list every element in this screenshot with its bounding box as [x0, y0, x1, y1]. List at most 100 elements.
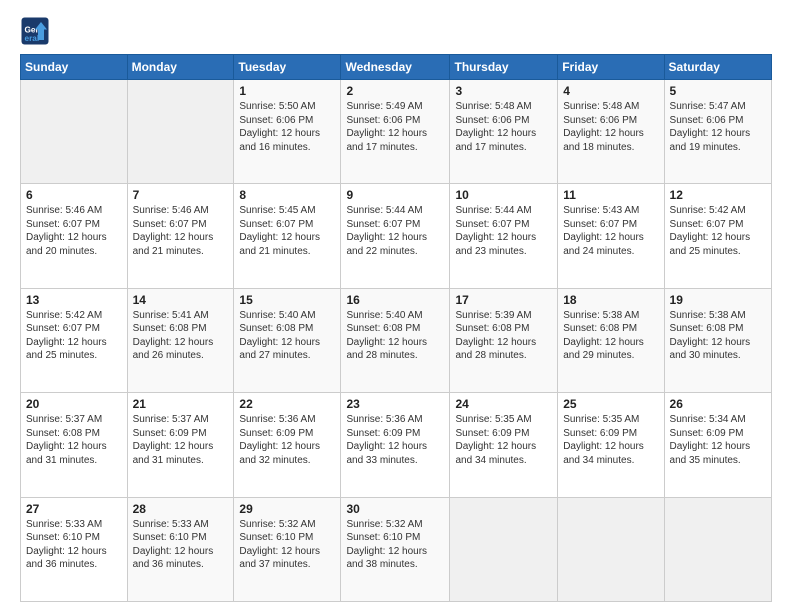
calendar-cell: 8Sunrise: 5:45 AM Sunset: 6:07 PM Daylig…: [234, 184, 341, 288]
calendar-week-2: 6 Sunrise: 5:46 AM Sunset: 6:07 PM Daylig…: [21, 184, 772, 288]
calendar-cell: 29 Sunrise: 5:32 AM Sunset: 6:10 PM Dayli…: [234, 497, 341, 601]
calendar-cell: 14Sunrise: 5:41 AM Sunset: 6:08 PM Dayli…: [127, 288, 234, 392]
calendar-cell: 10Sunrise: 5:44 AM Sunset: 6:07 PM Dayli…: [450, 184, 558, 288]
calendar-cell: [21, 80, 128, 184]
day-info: Sunrise: 5:35 AM Sunset: 6:09 PM Dayligh…: [455, 413, 552, 467]
day-info: Sunrise: 5:33 AM Sunset: 6:10 PM Dayligh…: [26, 518, 122, 572]
calendar-header-row: SundayMondayTuesdayWednesdayThursdayFrid…: [21, 55, 772, 80]
calendar-cell: 13 Sunrise: 5:42 AM Sunset: 6:07 PM Dayli…: [21, 288, 128, 392]
calendar-cell: 23 Sunrise: 5:36 AM Sunset: 6:09 PM Dayli…: [341, 393, 450, 497]
calendar-cell: 21 Sunrise: 5:37 AM Sunset: 6:09 PM Dayli…: [127, 393, 234, 497]
day-number: 4: [563, 84, 658, 98]
calendar-cell: 11 Sunrise: 5:43 AM Sunset: 6:07 PM Dayli…: [558, 184, 664, 288]
calendar-cell: 1 Sunrise: 5:50 AM Sunset: 6:06 PM Daylig…: [234, 80, 341, 184]
day-info: Sunrise: 5:37 AM Sunset: 6:09 PM Dayligh…: [133, 413, 229, 467]
day-number: 14: [133, 293, 229, 307]
day-info: Sunrise: 5:35 AM Sunset: 6:09 PM Dayligh…: [563, 413, 658, 467]
day-number: 2: [346, 84, 444, 98]
day-number: 21: [133, 397, 229, 411]
weekday-header-thursday: Thursday: [450, 55, 558, 80]
calendar-week-1: 1 Sunrise: 5:50 AM Sunset: 6:06 PM Daylig…: [21, 80, 772, 184]
day-info: Sunrise: 5:38 AM Sunset: 6:08 PM Dayligh…: [670, 309, 766, 363]
day-info: Sunrise: 5:47 AM Sunset: 6:06 PM Dayligh…: [670, 100, 766, 154]
calendar-cell: 20Sunrise: 5:37 AM Sunset: 6:08 PM Dayli…: [21, 393, 128, 497]
day-info: Sunrise: 5:43 AM Sunset: 6:07 PM Dayligh…: [563, 204, 658, 258]
day-info: Sunrise: 5:36 AM Sunset: 6:09 PM Dayligh…: [239, 413, 335, 467]
calendar-cell: 22 Sunrise: 5:36 AM Sunset: 6:09 PM Dayli…: [234, 393, 341, 497]
day-info: Sunrise: 5:42 AM Sunset: 6:07 PM Dayligh…: [26, 309, 122, 363]
day-number: 13: [26, 293, 122, 307]
calendar-week-3: 13 Sunrise: 5:42 AM Sunset: 6:07 PM Dayli…: [21, 288, 772, 392]
svg-text:eral: eral: [25, 34, 40, 43]
calendar-cell: 17 Sunrise: 5:39 AM Sunset: 6:08 PM Dayli…: [450, 288, 558, 392]
day-number: 7: [133, 188, 229, 202]
day-info: Sunrise: 5:32 AM Sunset: 6:10 PM Dayligh…: [346, 518, 444, 572]
calendar-cell: 2 Sunrise: 5:49 AM Sunset: 6:06 PM Daylig…: [341, 80, 450, 184]
day-number: 23: [346, 397, 444, 411]
day-number: 22: [239, 397, 335, 411]
day-info: Sunrise: 5:45 AM Sunset: 6:07 PM Dayligh…: [239, 204, 335, 258]
day-info: Sunrise: 5:44 AM Sunset: 6:07 PM Dayligh…: [346, 204, 444, 258]
calendar-cell: 18Sunrise: 5:38 AM Sunset: 6:08 PM Dayli…: [558, 288, 664, 392]
calendar-cell: 24 Sunrise: 5:35 AM Sunset: 6:09 PM Dayli…: [450, 393, 558, 497]
calendar-week-4: 20Sunrise: 5:37 AM Sunset: 6:08 PM Dayli…: [21, 393, 772, 497]
page: Gen eral SundayMondayTuesdayWednesdayThu…: [0, 0, 792, 612]
day-info: Sunrise: 5:46 AM Sunset: 6:07 PM Dayligh…: [26, 204, 122, 258]
day-info: Sunrise: 5:50 AM Sunset: 6:06 PM Dayligh…: [239, 100, 335, 154]
day-info: Sunrise: 5:48 AM Sunset: 6:06 PM Dayligh…: [563, 100, 658, 154]
calendar-cell: 30 Sunrise: 5:32 AM Sunset: 6:10 PM Dayli…: [341, 497, 450, 601]
day-number: 17: [455, 293, 552, 307]
day-number: 3: [455, 84, 552, 98]
day-number: 19: [670, 293, 766, 307]
day-info: Sunrise: 5:49 AM Sunset: 6:06 PM Dayligh…: [346, 100, 444, 154]
day-number: 15: [239, 293, 335, 307]
day-number: 29: [239, 502, 335, 516]
day-number: 11: [563, 188, 658, 202]
day-info: Sunrise: 5:37 AM Sunset: 6:08 PM Dayligh…: [26, 413, 122, 467]
calendar-cell: 5 Sunrise: 5:47 AM Sunset: 6:06 PM Daylig…: [664, 80, 771, 184]
day-info: Sunrise: 5:48 AM Sunset: 6:06 PM Dayligh…: [455, 100, 552, 154]
calendar-cell: [558, 497, 664, 601]
day-info: Sunrise: 5:39 AM Sunset: 6:08 PM Dayligh…: [455, 309, 552, 363]
weekday-header-saturday: Saturday: [664, 55, 771, 80]
calendar-cell: 19 Sunrise: 5:38 AM Sunset: 6:08 PM Dayli…: [664, 288, 771, 392]
calendar-cell: 27Sunrise: 5:33 AM Sunset: 6:10 PM Dayli…: [21, 497, 128, 601]
day-number: 25: [563, 397, 658, 411]
day-info: Sunrise: 5:40 AM Sunset: 6:08 PM Dayligh…: [346, 309, 444, 363]
day-number: 26: [670, 397, 766, 411]
day-number: 9: [346, 188, 444, 202]
day-info: Sunrise: 5:33 AM Sunset: 6:10 PM Dayligh…: [133, 518, 229, 572]
day-number: 5: [670, 84, 766, 98]
calendar-week-5: 27Sunrise: 5:33 AM Sunset: 6:10 PM Dayli…: [21, 497, 772, 601]
calendar-cell: 3 Sunrise: 5:48 AM Sunset: 6:06 PM Daylig…: [450, 80, 558, 184]
calendar-table: SundayMondayTuesdayWednesdayThursdayFrid…: [20, 54, 772, 602]
logo: Gen eral: [20, 16, 52, 46]
day-number: 6: [26, 188, 122, 202]
day-info: Sunrise: 5:32 AM Sunset: 6:10 PM Dayligh…: [239, 518, 335, 572]
day-info: Sunrise: 5:38 AM Sunset: 6:08 PM Dayligh…: [563, 309, 658, 363]
calendar-cell: 6 Sunrise: 5:46 AM Sunset: 6:07 PM Daylig…: [21, 184, 128, 288]
calendar-cell: 28 Sunrise: 5:33 AM Sunset: 6:10 PM Dayli…: [127, 497, 234, 601]
day-number: 1: [239, 84, 335, 98]
day-info: Sunrise: 5:34 AM Sunset: 6:09 PM Dayligh…: [670, 413, 766, 467]
weekday-header-friday: Friday: [558, 55, 664, 80]
calendar-cell: 4 Sunrise: 5:48 AM Sunset: 6:06 PM Daylig…: [558, 80, 664, 184]
calendar-cell: 9 Sunrise: 5:44 AM Sunset: 6:07 PM Daylig…: [341, 184, 450, 288]
calendar-cell: 25 Sunrise: 5:35 AM Sunset: 6:09 PM Dayli…: [558, 393, 664, 497]
calendar-cell: 7Sunrise: 5:46 AM Sunset: 6:07 PM Daylig…: [127, 184, 234, 288]
day-number: 30: [346, 502, 444, 516]
day-number: 16: [346, 293, 444, 307]
day-info: Sunrise: 5:40 AM Sunset: 6:08 PM Dayligh…: [239, 309, 335, 363]
day-info: Sunrise: 5:42 AM Sunset: 6:07 PM Dayligh…: [670, 204, 766, 258]
weekday-header-sunday: Sunday: [21, 55, 128, 80]
weekday-header-wednesday: Wednesday: [341, 55, 450, 80]
logo-icon: Gen eral: [20, 16, 50, 46]
weekday-header-tuesday: Tuesday: [234, 55, 341, 80]
calendar-cell: 26 Sunrise: 5:34 AM Sunset: 6:09 PM Dayli…: [664, 393, 771, 497]
header: Gen eral: [20, 16, 772, 46]
day-info: Sunrise: 5:36 AM Sunset: 6:09 PM Dayligh…: [346, 413, 444, 467]
calendar-cell: [127, 80, 234, 184]
day-number: 24: [455, 397, 552, 411]
day-number: 28: [133, 502, 229, 516]
calendar-cell: 16 Sunrise: 5:40 AM Sunset: 6:08 PM Dayli…: [341, 288, 450, 392]
